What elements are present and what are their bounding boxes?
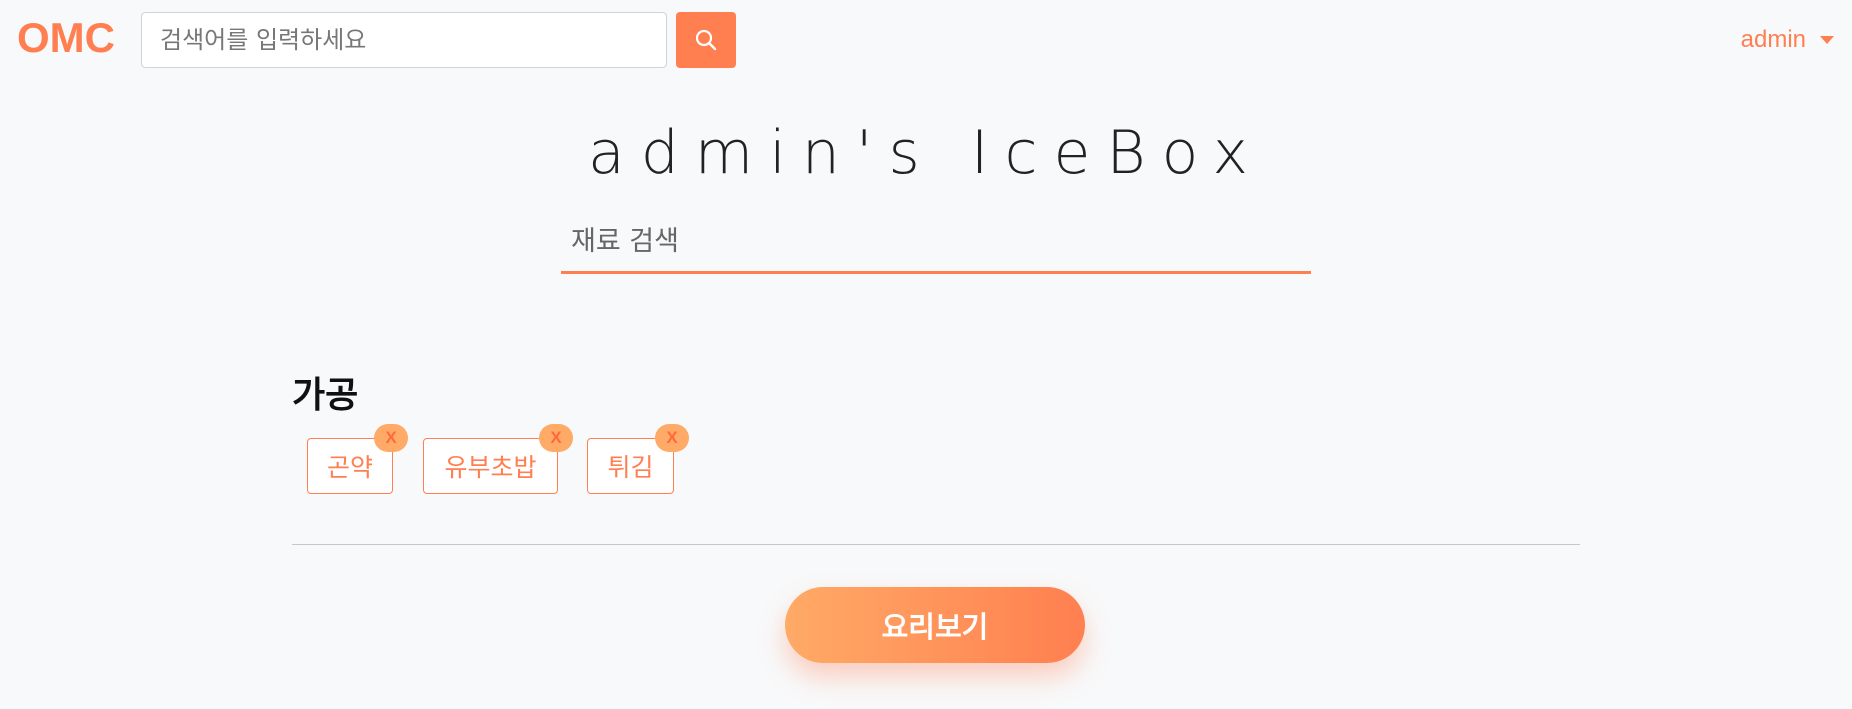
navbar-search-input[interactable]: [141, 12, 667, 68]
ingredient-tag-label: 유부초밥: [444, 453, 537, 482]
ingredient-search-input[interactable]: [561, 212, 1311, 274]
remove-tag-button[interactable]: X: [374, 424, 408, 452]
category-title: 가공: [292, 375, 359, 416]
remove-tag-button[interactable]: X: [539, 424, 573, 452]
ingredient-tag-label: 튀김: [607, 453, 654, 482]
ingredient-tag[interactable]: 곤약 X: [307, 424, 408, 494]
ingredient-tag[interactable]: 유부초밥 X: [423, 424, 573, 494]
navbar-search-button[interactable]: [676, 12, 736, 68]
navbar: OMC admin: [0, 0, 1852, 80]
search-icon: [695, 29, 717, 51]
ingredient-tag-label: 곤약: [326, 453, 373, 482]
divider: [292, 544, 1580, 545]
user-menu[interactable]: admin: [1741, 26, 1834, 54]
remove-tag-button[interactable]: X: [655, 424, 689, 452]
view-recipes-button[interactable]: 요리보기: [785, 587, 1085, 663]
ingredient-tag[interactable]: 튀김 X: [587, 424, 689, 494]
page-title: admin's IceBox: [587, 118, 1265, 188]
brand-logo[interactable]: OMC: [17, 14, 115, 62]
user-name: admin: [1740, 26, 1806, 53]
caret-down-icon: [1820, 36, 1834, 44]
